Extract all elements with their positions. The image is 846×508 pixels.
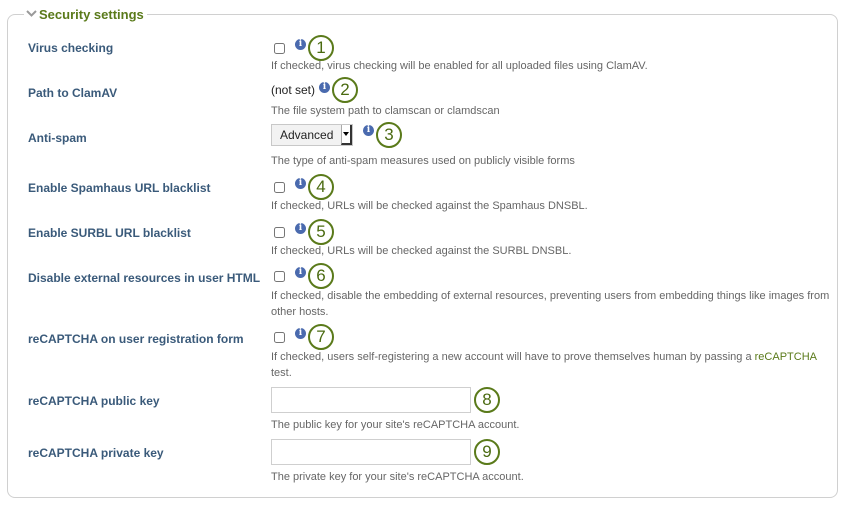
info-icon[interactable]: i [295,327,306,339]
description-text: If checked, users self-registering a new… [271,351,755,363]
anti-spam-select[interactable]: Advanced [271,124,353,146]
info-icon[interactable]: i [295,177,306,189]
chevron-down-icon [26,10,37,17]
setting-label: Anti-spam [28,131,87,145]
anti-spam-selected-value: Advanced [280,128,334,142]
legend-title: Security settings [39,6,144,22]
callout-number: 7 [308,324,334,350]
recaptcha-public-key-input[interactable] [271,387,471,413]
recaptcha-registration-checkbox[interactable] [274,331,285,343]
setting-description: If checked, disable the embedding of ext… [271,290,830,318]
callout-number: 4 [308,174,334,200]
callout-number: 2 [332,77,359,103]
surbl-checkbox[interactable] [274,226,285,238]
setting-label: Path to ClamAV [28,86,118,100]
disable-external-resources-checkbox[interactable] [274,270,285,282]
info-icon[interactable]: i [295,222,306,234]
info-icon[interactable]: i [319,81,331,93]
callout-number: 5 [308,219,334,245]
setting-label: Enable Spamhaus URL blacklist [28,181,211,195]
setting-label: Disable external resources in user HTML [28,271,261,285]
setting-description: The public key for your site's reCAPTCHA… [271,419,520,431]
setting-label: reCAPTCHA on user registration form [28,332,244,346]
clamav-path-value: (not set) [271,83,316,97]
info-icon[interactable]: i [363,124,374,136]
setting-label: reCAPTCHA private key [28,446,164,460]
spamhaus-checkbox[interactable] [274,181,285,193]
callout-number: 3 [376,122,402,148]
setting-description: The private key for your site's reCAPTCH… [271,471,524,483]
info-icon[interactable]: i [295,266,306,278]
setting-label: Enable SURBL URL blacklist [28,226,191,240]
fieldset-legend[interactable]: Security settings [24,6,147,22]
dropdown-arrow-icon [341,125,352,145]
callout-number: 8 [474,387,500,413]
virus-checking-checkbox[interactable] [274,42,285,54]
recaptcha-link[interactable]: reCAPTCHA [755,351,817,363]
callout-number: 6 [308,263,334,289]
info-icon[interactable]: i [295,38,306,50]
setting-description: The file system path to clamscan or clam… [271,105,500,117]
setting-description: If checked, URLs will be checked against… [271,245,572,257]
setting-description: If checked, URLs will be checked against… [271,200,588,212]
setting-description: If checked, users self-registering a new… [271,349,831,381]
setting-description: If checked, virus checking will be enabl… [271,60,648,72]
description-text: test. [271,367,292,379]
recaptcha-private-key-input[interactable] [271,439,471,465]
setting-label: Virus checking [28,41,114,55]
setting-description: The type of anti-spam measures used on p… [271,155,575,167]
setting-label: reCAPTCHA public key [28,394,160,408]
callout-number: 9 [474,439,500,465]
